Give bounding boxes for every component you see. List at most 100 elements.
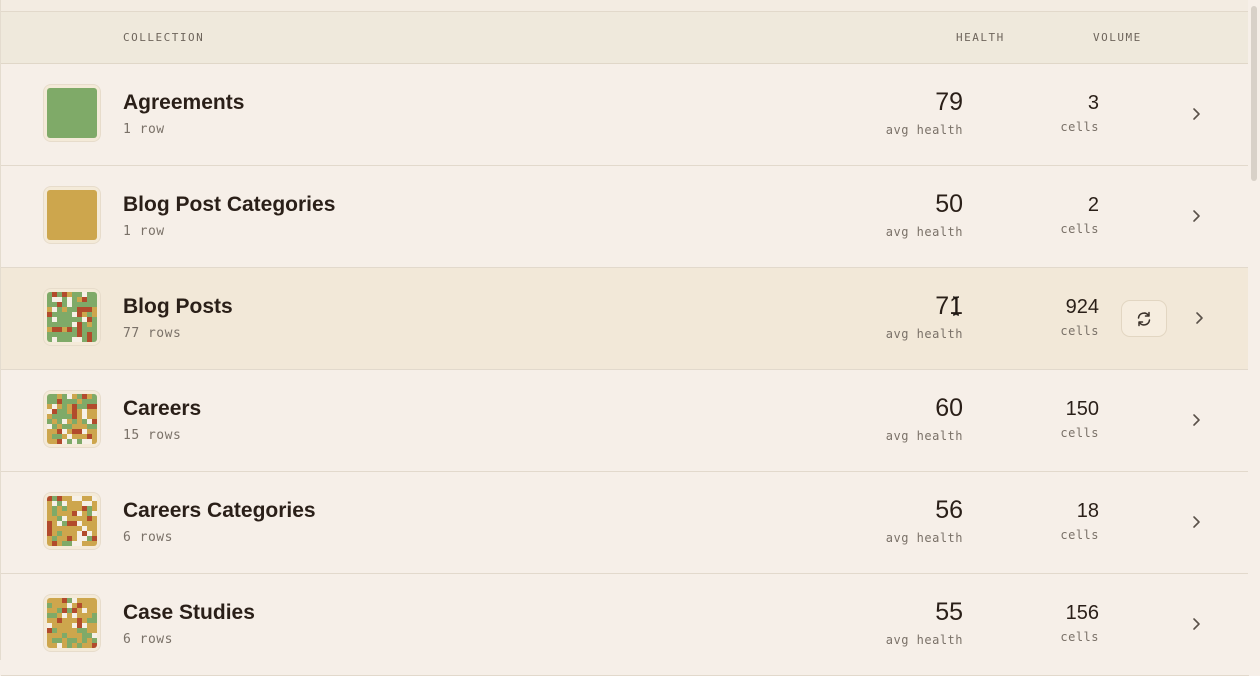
mosaic-cell — [82, 598, 88, 604]
mosaic-cell — [57, 516, 63, 522]
mosaic-cell — [52, 292, 58, 298]
mosaic-cell — [92, 526, 97, 532]
mosaic-cell — [87, 429, 93, 435]
mosaic-cell — [82, 511, 88, 517]
table-row[interactable]: Case Studies 6 rows 55 avg health 156 ce… — [1, 574, 1249, 676]
mosaic-cell — [62, 404, 68, 410]
mosaic-cell — [82, 526, 88, 532]
volume-value: 924 — [1065, 296, 1099, 318]
refresh-button[interactable] — [1121, 300, 1167, 337]
mosaic-cell — [67, 419, 73, 425]
mosaic-cell — [57, 404, 63, 410]
mosaic-cell — [52, 322, 58, 328]
mosaic-cell — [57, 511, 63, 517]
mosaic-cell — [52, 297, 58, 303]
chevron-right-icon[interactable] — [1192, 308, 1208, 328]
mosaic-cell — [77, 638, 83, 644]
mosaic-cell — [87, 623, 93, 629]
mosaic-cell — [67, 536, 73, 542]
mosaic-cell — [47, 541, 53, 546]
table-row[interactable]: Careers 15 rows 60 avg health 150 cells — [1, 370, 1249, 472]
mosaic-cell — [67, 317, 73, 323]
mosaic-cell — [67, 531, 73, 537]
mosaic-cell — [82, 608, 88, 614]
chevron-right-icon[interactable] — [1189, 410, 1205, 430]
mosaic-cell — [47, 404, 53, 410]
table-row[interactable]: Agreements 1 row 79 avg health 3 cells — [1, 64, 1249, 166]
health-mosaic — [47, 496, 97, 546]
health-label: avg health — [885, 531, 963, 545]
mosaic-cell — [47, 638, 53, 644]
mosaic-cell — [72, 429, 78, 435]
mosaic-cell — [87, 638, 93, 644]
mosaic-cell — [62, 292, 68, 298]
mosaic-cell — [92, 541, 97, 546]
volume-value: 156 — [1065, 602, 1099, 624]
mosaic-cell — [87, 404, 93, 410]
chevron-right-icon[interactable] — [1189, 614, 1205, 634]
mosaic-cell — [87, 297, 93, 303]
mosaic-cell — [92, 337, 97, 342]
mosaic-cell — [47, 633, 53, 639]
mosaic-cell — [77, 541, 83, 546]
mosaic-cell — [82, 536, 88, 542]
mosaic-cell — [57, 434, 63, 440]
mosaic-cell — [72, 501, 78, 507]
mosaic-cell — [62, 337, 68, 342]
mosaic-cell — [82, 506, 88, 512]
collection-thumbnail — [44, 595, 100, 651]
mosaic-cell — [47, 302, 53, 308]
table-row[interactable]: Blog Post Categories 1 row 50 avg health… — [1, 166, 1249, 268]
mosaic-cell — [47, 598, 53, 604]
mosaic-cell — [57, 332, 63, 338]
health-value: 60 — [935, 394, 963, 422]
mosaic-cell — [47, 297, 53, 303]
scrollbar[interactable] — [1248, 0, 1260, 660]
volume-label: cells — [1060, 426, 1099, 440]
mosaic-cell — [77, 618, 83, 624]
row-count: 15 rows — [123, 428, 182, 443]
chevron-right-icon[interactable] — [1189, 206, 1205, 226]
mosaic-cell — [87, 628, 93, 634]
mosaic-cell — [67, 404, 73, 410]
mosaic-cell — [77, 317, 83, 323]
mosaic-cell — [62, 297, 68, 303]
mosaic-cell — [62, 317, 68, 323]
table-row[interactable]: Careers Categories 6 rows 56 avg health … — [1, 472, 1249, 574]
mosaic-cell — [87, 598, 93, 604]
mosaic-cell — [77, 608, 83, 614]
mosaic-cell — [52, 501, 58, 507]
mosaic-cell — [62, 603, 68, 609]
mosaic-cell — [52, 536, 58, 542]
mosaic-cell — [62, 598, 68, 604]
mosaic-cell — [52, 424, 58, 430]
mosaic-cell — [57, 531, 63, 537]
table-row[interactable]: Blog Posts 77 rows 71 avg health 924 cel… — [1, 268, 1249, 370]
mosaic-cell — [77, 394, 83, 400]
mosaic-cell — [92, 598, 97, 604]
mosaic-cell — [77, 526, 83, 532]
mosaic-cell — [92, 409, 97, 415]
mosaic-cell — [57, 322, 63, 328]
mosaic-cell — [92, 643, 97, 648]
collection-thumbnail — [44, 85, 100, 141]
mosaic-cell — [47, 643, 53, 648]
mosaic-cell — [72, 633, 78, 639]
mosaic-cell — [72, 307, 78, 313]
mosaic-cell — [47, 511, 53, 517]
mosaic-cell — [52, 439, 58, 444]
header-health: HEALTH — [956, 31, 1005, 44]
health-label: avg health — [885, 327, 963, 341]
mosaic-cell — [87, 434, 93, 440]
chevron-right-icon[interactable] — [1189, 512, 1205, 532]
chevron-right-icon[interactable] — [1189, 104, 1205, 124]
scrollbar-thumb[interactable] — [1251, 6, 1257, 181]
mosaic-cell — [67, 307, 73, 313]
mosaic-cell — [82, 409, 88, 415]
mosaic-cell — [62, 618, 68, 624]
mosaic-cell — [62, 643, 68, 648]
health-mosaic — [47, 88, 97, 138]
health-value: 56 — [935, 496, 963, 524]
mosaic-cell — [72, 414, 78, 420]
mosaic-cell — [77, 404, 83, 410]
